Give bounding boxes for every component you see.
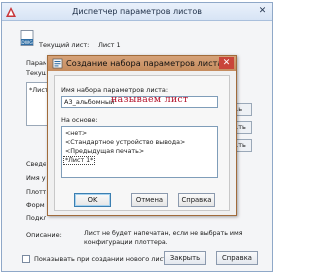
details-group-label: Сведе <box>26 160 46 168</box>
close-button[interactable]: Закрыть <box>164 251 206 265</box>
where-label: Подкл <box>26 214 46 222</box>
ok-button[interactable]: OK <box>74 193 111 207</box>
device-name-label: Имя у <box>26 174 46 182</box>
child-dialog-title: Создание набора параметров листа <box>66 58 223 68</box>
description-label: Описание: <box>26 231 62 239</box>
dwg-file-icon: DWG <box>20 30 34 46</box>
help-button[interactable]: Справка <box>178 193 215 207</box>
current-setup-label: Текущ <box>26 69 46 77</box>
based-on-item[interactable]: <нет> <box>65 130 87 137</box>
current-layout-label: Текущий лист: <box>39 41 90 49</box>
paper-size-label: Форм <box>26 201 45 209</box>
current-layout-value: Лист 1 <box>98 41 121 49</box>
annotation-text: называем лист <box>111 94 189 105</box>
show-on-create-label: Показывать при создании нового листа <box>34 255 171 263</box>
main-close-icon[interactable]: ✕ <box>256 6 269 17</box>
page-setups-group-label: Параме <box>26 59 46 67</box>
based-on-item[interactable]: <Стандартное устройство вывода> <box>65 139 185 146</box>
plotter-label: Плотт <box>26 188 46 196</box>
main-dialog-title: Диспетчер параметров листов <box>72 7 202 16</box>
child-title-bar: Создание набора параметров листа ✕ <box>48 56 236 71</box>
main-help-button[interactable]: Справка <box>216 251 258 265</box>
based-on-list[interactable]: <нет> <Стандартное устройство вывода> <П… <box>61 126 218 178</box>
cancel-button[interactable]: Отмена <box>131 193 168 207</box>
description-text: Лист не будет напечатан, если не выбрать… <box>84 230 243 246</box>
child-dialog-body: Имя набора параметров листа: А3_альбомны… <box>54 75 230 211</box>
page-setups-list-item[interactable]: *Лист <box>29 86 49 94</box>
setup-name-label: Имя набора параметров листа: <box>61 86 169 94</box>
main-title-bar: Диспетчер параметров листов ✕ <box>2 3 272 21</box>
based-on-label: На основе: <box>61 116 98 124</box>
page-setup-icon <box>52 58 63 69</box>
based-on-item[interactable]: <Предыдущая печать> <box>65 148 144 155</box>
close-icon[interactable]: ✕ <box>219 57 234 69</box>
svg-text:DWG: DWG <box>21 40 33 46</box>
show-on-create-checkbox[interactable] <box>22 255 30 263</box>
new-page-setup-dialog: Создание набора параметров листа ✕ Имя н… <box>47 55 237 216</box>
based-on-item-selected[interactable]: *Лист 1* <box>62 156 96 165</box>
